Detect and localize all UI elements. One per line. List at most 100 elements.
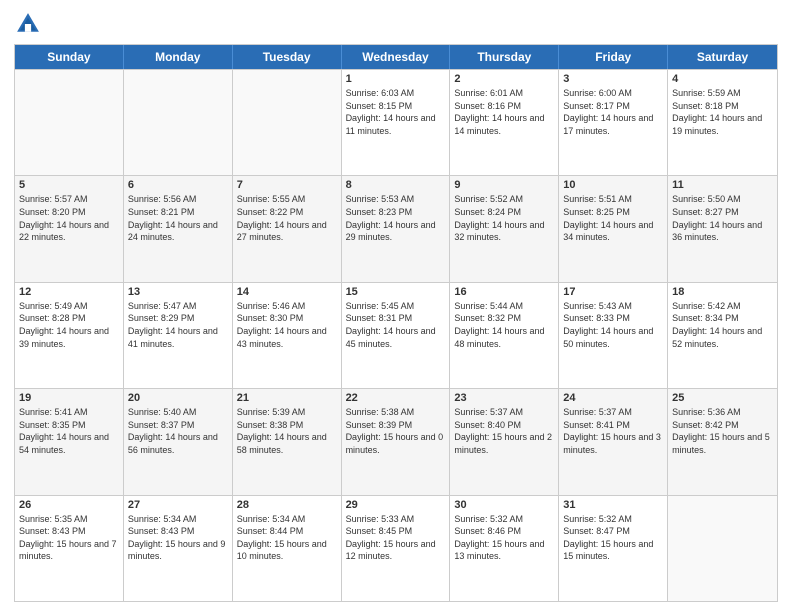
- day-number: 18: [672, 286, 773, 298]
- cell-info: Sunrise: 5:51 AM Sunset: 8:25 PM Dayligh…: [563, 193, 663, 243]
- calendar-cell-13: 13 Sunrise: 5:47 AM Sunset: 8:29 PM Dayli…: [124, 283, 233, 388]
- day-number: 5: [19, 179, 119, 191]
- calendar-row-2: 12 Sunrise: 5:49 AM Sunset: 8:28 PM Dayli…: [15, 282, 777, 388]
- cell-info: Sunrise: 5:53 AM Sunset: 8:23 PM Dayligh…: [346, 193, 446, 243]
- calendar-row-4: 26Sunrise: 5:35 AM Sunset: 8:43 PM Dayli…: [15, 495, 777, 601]
- day-number: 13: [128, 286, 228, 298]
- calendar-cell-16: 16 Sunrise: 5:44 AM Sunset: 8:32 PM Dayli…: [450, 283, 559, 388]
- calendar-cell-5: 5 Sunrise: 5:57 AM Sunset: 8:20 PM Daylig…: [15, 176, 124, 281]
- cell-info: Sunrise: 5:56 AM Sunset: 8:21 PM Dayligh…: [128, 193, 228, 243]
- cell-info: Sunrise: 5:57 AM Sunset: 8:20 PM Dayligh…: [19, 193, 119, 243]
- calendar-header-tuesday: Tuesday: [233, 45, 342, 69]
- day-number: 10: [563, 179, 663, 191]
- cell-info: Sunrise: 5:32 AM Sunset: 8:46 PM Dayligh…: [454, 513, 554, 563]
- day-number: 2: [454, 73, 554, 85]
- logo: [14, 10, 46, 38]
- cell-info: Sunrise: 5:44 AM Sunset: 8:32 PM Dayligh…: [454, 300, 554, 350]
- cell-info: Sunrise: 5:43 AM Sunset: 8:33 PM Dayligh…: [563, 300, 663, 350]
- calendar-cell-21: 21 Sunrise: 5:39 AM Sunset: 8:38 PM Dayli…: [233, 389, 342, 494]
- cell-info: Sunrise: 5:49 AM Sunset: 8:28 PM Dayligh…: [19, 300, 119, 350]
- calendar-header-wednesday: Wednesday: [342, 45, 451, 69]
- calendar-cell-7: 7 Sunrise: 5:55 AM Sunset: 8:22 PM Daylig…: [233, 176, 342, 281]
- calendar-cell-27: 27 Sunrise: 5:34 AM Sunset: 8:43 PM Dayli…: [124, 496, 233, 601]
- cell-info: Sunrise: 5:32 AM Sunset: 8:47 PM Dayligh…: [563, 513, 663, 563]
- calendar-cell-20: 20 Sunrise: 5:40 AM Sunset: 8:37 PM Dayli…: [124, 389, 233, 494]
- calendar-cell-28: 28Sunrise: 5:34 AM Sunset: 8:44 PM Dayli…: [233, 496, 342, 601]
- day-number: 16: [454, 286, 554, 298]
- calendar-cell-10: 10 Sunrise: 5:51 AM Sunset: 8:25 PM Dayli…: [559, 176, 668, 281]
- calendar-row-0: 1 Sunrise: 6:03 AM Sunset: 8:15 PM Daylig…: [15, 69, 777, 175]
- calendar-cell-9: 9Sunrise: 5:52 AM Sunset: 8:24 PM Daylig…: [450, 176, 559, 281]
- day-number: 29: [346, 499, 446, 511]
- calendar-cell-18: 18 Sunrise: 5:42 AM Sunset: 8:34 PM Dayli…: [668, 283, 777, 388]
- calendar-cell-17: 17 Sunrise: 5:43 AM Sunset: 8:33 PM Dayli…: [559, 283, 668, 388]
- day-number: 4: [672, 73, 773, 85]
- day-number: 8: [346, 179, 446, 191]
- calendar-cell-24: 24 Sunrise: 5:37 AM Sunset: 8:41 PM Dayli…: [559, 389, 668, 494]
- cell-info: Sunrise: 5:35 AM Sunset: 8:43 PM Dayligh…: [19, 513, 119, 563]
- cell-info: Sunrise: 5:37 AM Sunset: 8:40 PM Dayligh…: [454, 406, 554, 456]
- calendar-header-thursday: Thursday: [450, 45, 559, 69]
- day-number: 19: [19, 392, 119, 404]
- day-number: 31: [563, 499, 663, 511]
- calendar-cell-11: 11Sunrise: 5:50 AM Sunset: 8:27 PM Dayli…: [668, 176, 777, 281]
- calendar-cell-empty-0-2: [233, 70, 342, 175]
- calendar-cell-19: 19Sunrise: 5:41 AM Sunset: 8:35 PM Dayli…: [15, 389, 124, 494]
- cell-info: Sunrise: 6:03 AM Sunset: 8:15 PM Dayligh…: [346, 87, 446, 137]
- day-number: 24: [563, 392, 663, 404]
- calendar-cell-3: 3 Sunrise: 6:00 AM Sunset: 8:17 PM Daylig…: [559, 70, 668, 175]
- calendar: SundayMondayTuesdayWednesdayThursdayFrid…: [14, 44, 778, 602]
- calendar-cell-30: 30 Sunrise: 5:32 AM Sunset: 8:46 PM Dayli…: [450, 496, 559, 601]
- calendar-header-saturday: Saturday: [668, 45, 777, 69]
- calendar-cell-6: 6 Sunrise: 5:56 AM Sunset: 8:21 PM Daylig…: [124, 176, 233, 281]
- day-number: 27: [128, 499, 228, 511]
- cell-info: Sunrise: 5:59 AM Sunset: 8:18 PM Dayligh…: [672, 87, 773, 137]
- cell-info: Sunrise: 5:40 AM Sunset: 8:37 PM Dayligh…: [128, 406, 228, 456]
- cell-info: Sunrise: 5:47 AM Sunset: 8:29 PM Dayligh…: [128, 300, 228, 350]
- day-number: 7: [237, 179, 337, 191]
- calendar-cell-29: 29Sunrise: 5:33 AM Sunset: 8:45 PM Dayli…: [342, 496, 451, 601]
- cell-info: Sunrise: 5:50 AM Sunset: 8:27 PM Dayligh…: [672, 193, 773, 243]
- calendar-cell-4: 4 Sunrise: 5:59 AM Sunset: 8:18 PM Daylig…: [668, 70, 777, 175]
- day-number: 9: [454, 179, 554, 191]
- cell-info: Sunrise: 5:34 AM Sunset: 8:43 PM Dayligh…: [128, 513, 228, 563]
- day-number: 3: [563, 73, 663, 85]
- calendar-cell-31: 31 Sunrise: 5:32 AM Sunset: 8:47 PM Dayli…: [559, 496, 668, 601]
- day-number: 1: [346, 73, 446, 85]
- day-number: 22: [346, 392, 446, 404]
- day-number: 30: [454, 499, 554, 511]
- calendar-cell-15: 15Sunrise: 5:45 AM Sunset: 8:31 PM Dayli…: [342, 283, 451, 388]
- calendar-cell-8: 8 Sunrise: 5:53 AM Sunset: 8:23 PM Daylig…: [342, 176, 451, 281]
- calendar-cell-23: 23 Sunrise: 5:37 AM Sunset: 8:40 PM Dayli…: [450, 389, 559, 494]
- cell-info: Sunrise: 5:34 AM Sunset: 8:44 PM Dayligh…: [237, 513, 337, 563]
- calendar-cell-2: 2 Sunrise: 6:01 AM Sunset: 8:16 PM Daylig…: [450, 70, 559, 175]
- day-number: 25: [672, 392, 773, 404]
- cell-info: Sunrise: 5:42 AM Sunset: 8:34 PM Dayligh…: [672, 300, 773, 350]
- calendar-cell-26: 26Sunrise: 5:35 AM Sunset: 8:43 PM Dayli…: [15, 496, 124, 601]
- calendar-cell-empty-0-0: [15, 70, 124, 175]
- calendar-row-1: 5 Sunrise: 5:57 AM Sunset: 8:20 PM Daylig…: [15, 175, 777, 281]
- calendar-header-sunday: Sunday: [15, 45, 124, 69]
- day-number: 14: [237, 286, 337, 298]
- cell-info: Sunrise: 6:01 AM Sunset: 8:16 PM Dayligh…: [454, 87, 554, 137]
- calendar-cell-25: 25Sunrise: 5:36 AM Sunset: 8:42 PM Dayli…: [668, 389, 777, 494]
- calendar-cell-1: 1 Sunrise: 6:03 AM Sunset: 8:15 PM Daylig…: [342, 70, 451, 175]
- cell-info: Sunrise: 5:37 AM Sunset: 8:41 PM Dayligh…: [563, 406, 663, 456]
- cell-info: Sunrise: 5:55 AM Sunset: 8:22 PM Dayligh…: [237, 193, 337, 243]
- day-number: 6: [128, 179, 228, 191]
- calendar-cell-14: 14 Sunrise: 5:46 AM Sunset: 8:30 PM Dayli…: [233, 283, 342, 388]
- calendar-row-3: 19Sunrise: 5:41 AM Sunset: 8:35 PM Dayli…: [15, 388, 777, 494]
- day-number: 23: [454, 392, 554, 404]
- day-number: 17: [563, 286, 663, 298]
- calendar-cell-empty-4-6: [668, 496, 777, 601]
- cell-info: Sunrise: 6:00 AM Sunset: 8:17 PM Dayligh…: [563, 87, 663, 137]
- calendar-header: SundayMondayTuesdayWednesdayThursdayFrid…: [15, 45, 777, 69]
- calendar-cell-22: 22Sunrise: 5:38 AM Sunset: 8:39 PM Dayli…: [342, 389, 451, 494]
- day-number: 20: [128, 392, 228, 404]
- cell-info: Sunrise: 5:46 AM Sunset: 8:30 PM Dayligh…: [237, 300, 337, 350]
- day-number: 12: [19, 286, 119, 298]
- calendar-cell-empty-0-1: [124, 70, 233, 175]
- day-number: 21: [237, 392, 337, 404]
- cell-info: Sunrise: 5:45 AM Sunset: 8:31 PM Dayligh…: [346, 300, 446, 350]
- cell-info: Sunrise: 5:39 AM Sunset: 8:38 PM Dayligh…: [237, 406, 337, 456]
